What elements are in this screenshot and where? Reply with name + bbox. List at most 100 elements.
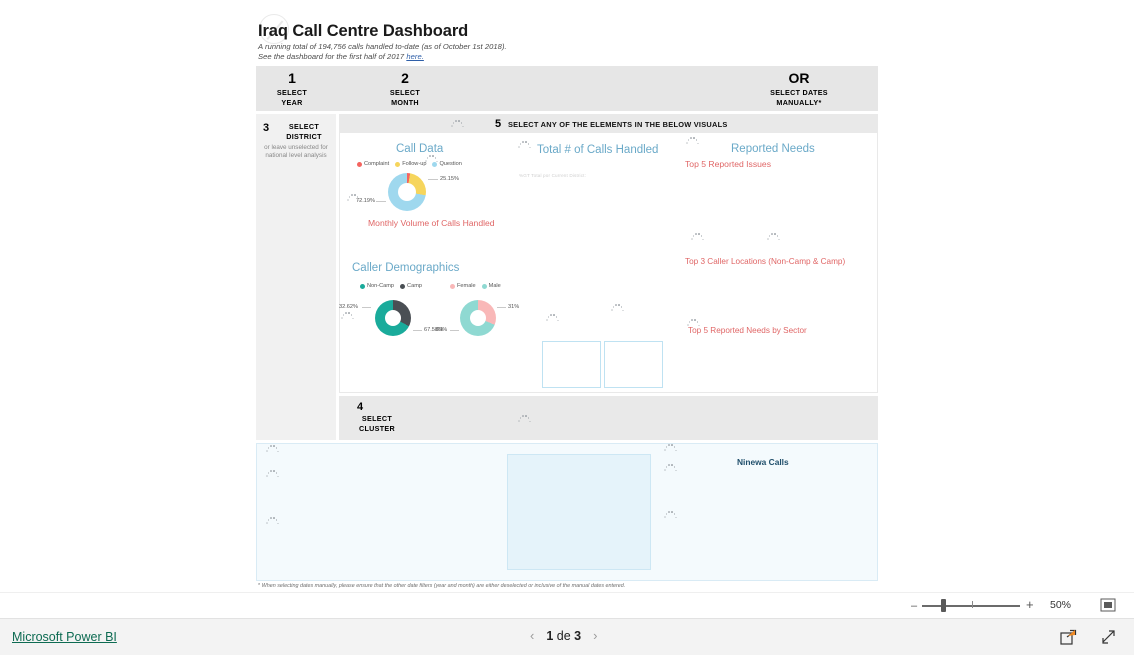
report-subtitle-line2: See the dashboard for the first half of … (258, 52, 424, 61)
gender-leader-2 (450, 330, 459, 331)
footnote-text: When selecting dates manually, please en… (261, 583, 626, 589)
step-dates-label-1: SELECT DATES (770, 88, 828, 97)
legend-swatch-complaint (357, 161, 362, 167)
camp-leader-2 (413, 330, 422, 331)
call-data-leader-1 (428, 179, 438, 180)
map-visual-area[interactable] (507, 454, 651, 570)
step-month-label-2: MONTH (391, 97, 419, 107)
legend-item-camp[interactable]: Camp (400, 283, 422, 289)
legend-label-male: Male (488, 283, 501, 289)
previous-page-button[interactable]: ‹ (530, 628, 534, 644)
legend-label-camp: Camp (407, 283, 422, 289)
fit-to-page-icon[interactable] (1100, 598, 1116, 612)
district-label-2: DISTRICT (286, 131, 322, 141)
map-spinner-icon-f (663, 510, 677, 520)
gender-donut-chart[interactable] (460, 300, 496, 336)
legend-swatch-followup (395, 161, 401, 167)
camp-status-legend: Non-Camp Camp (360, 283, 422, 289)
map-title: Ninewa Calls (737, 457, 789, 467)
call-data-label-spinner-icon (346, 193, 360, 203)
cluster-slicer-panel[interactable]: 4 SELECT CLUSTER (339, 396, 878, 440)
map-spinner-icon-c (265, 516, 279, 526)
step-select-year[interactable]: 1 SELECT YEAR (264, 71, 320, 107)
placeholder-card-left[interactable] (542, 341, 601, 388)
legend-label-complaint: Complaint (364, 161, 390, 167)
district-label: SELECT DISTRICT (278, 122, 330, 141)
zoom-slider-tick (972, 601, 973, 608)
zoom-out-button[interactable]: – (911, 601, 917, 612)
legend-swatch-noncamp (360, 283, 365, 289)
donut-hole (385, 310, 401, 326)
legend-label-noncamp: Non-Camp (367, 283, 395, 289)
cluster-step-number: 4 (357, 401, 364, 413)
district-slicer-panel[interactable]: 3 SELECT DISTRICT or leave unselected fo… (256, 114, 336, 440)
report-subtitle-line1: A running total of 194,756 calls handled… (258, 42, 507, 51)
map-spinner-icon-d (663, 443, 677, 453)
donut-hole (398, 183, 416, 201)
reported-needs-title: Reported Needs (731, 143, 815, 155)
step-dates-or: OR (788, 70, 810, 86)
gender-leader-1 (497, 307, 506, 308)
cluster-label-2: CLUSTER (358, 423, 396, 433)
district-hint: or leave unselected for national level a… (264, 144, 328, 159)
reported-needs-spinner-icon (685, 136, 699, 146)
map-spinner-icon-b (265, 469, 279, 479)
cluster-label-1: SELECT (361, 414, 393, 423)
donut-hole (470, 310, 486, 326)
step-select-month[interactable]: 2 SELECT MONTH (374, 71, 436, 107)
report-subtitle-text: See the dashboard for the first half of … (258, 52, 407, 61)
total-calls-note: %GT Total por Current District: (519, 173, 587, 178)
legend-item-complaint[interactable]: Complaint (357, 161, 389, 167)
total-calls-title: Total # of Calls Handled (537, 144, 659, 156)
zoom-slider-thumb[interactable] (941, 599, 946, 612)
step-select-dates-manually[interactable]: OR SELECT DATES MANUALLY* (736, 71, 862, 107)
step-month-number: 2 (401, 70, 409, 86)
legend-item-followup[interactable]: Follow-up (395, 161, 426, 167)
visual-spinner-icon-a (545, 313, 559, 323)
gender-label-male-pct: 69% (436, 327, 448, 333)
map-panel[interactable]: Ninewa Calls (256, 443, 878, 581)
legend-swatch-female (450, 283, 455, 289)
fullscreen-icon[interactable] (1099, 629, 1116, 650)
zoom-slider-track[interactable] (922, 605, 1020, 607)
page-navigation: ‹ 1 de 3 › (530, 628, 597, 644)
gender-legend: Female Male (450, 283, 501, 289)
zoom-in-button[interactable]: + (1026, 598, 1034, 611)
loading-spinner-icon (450, 119, 464, 129)
locations-spinner-icon-b (766, 232, 780, 242)
total-calls-spinner-icon (517, 140, 531, 150)
legend-item-noncamp[interactable]: Non-Camp (360, 283, 394, 289)
visuals-instruction-text: SELECT ANY OF THE ELEMENTS IN THE BELOW … (508, 120, 728, 129)
top3-locations-title: Top 3 Caller Locations (Non-Camp & Camp) (685, 257, 846, 266)
call-data-label-question-pct: 25.15% (440, 176, 459, 182)
camp-status-donut-chart[interactable] (375, 300, 411, 336)
legend-swatch-camp (400, 283, 406, 289)
powerbi-logo-link[interactable]: Microsoft Power BI (12, 630, 117, 644)
legend-swatch-male (481, 283, 487, 289)
viewer-footer: Microsoft Power BI ‹ 1 de 3 › (0, 618, 1134, 655)
call-data-donut-chart[interactable] (388, 173, 426, 211)
page-total: 3 (574, 629, 582, 643)
map-spinner-icon-a (265, 444, 279, 454)
placeholder-card-right[interactable] (604, 341, 663, 388)
footer-actions (1060, 629, 1116, 650)
camp-leader-1 (362, 307, 371, 308)
step-year-label-2: YEAR (281, 97, 303, 107)
legend-item-female[interactable]: Female (450, 283, 476, 289)
step-bar: 1 SELECT YEAR 2 SELECT MONTH OR SELECT D… (256, 66, 878, 111)
share-icon[interactable] (1060, 629, 1077, 650)
visuals-step-number: 5 (495, 118, 502, 130)
legend-item-male[interactable]: Male (481, 283, 501, 289)
next-page-button[interactable]: › (593, 628, 597, 644)
visuals-instruction-banner: 5 SELECT ANY OF THE ELEMENTS IN THE BELO… (340, 115, 877, 133)
zoom-level-value: 50% (1050, 599, 1072, 611)
monthly-volume-title: Monthly Volume of Calls Handled (368, 218, 495, 228)
report-canvas: Iraq Call Centre Dashboard A running tot… (256, 0, 878, 592)
call-data-legend: Complaint Follow-up Question (357, 161, 462, 167)
previous-dashboard-link[interactable]: here. (406, 52, 424, 61)
legend-label-female: Female (457, 283, 476, 289)
camp-status-label-camp-pct: 32.62% (339, 304, 358, 310)
district-step-number: 3 (263, 122, 270, 134)
call-data-leader-2 (376, 201, 386, 202)
step-month-label-1: SELECT (389, 88, 421, 97)
